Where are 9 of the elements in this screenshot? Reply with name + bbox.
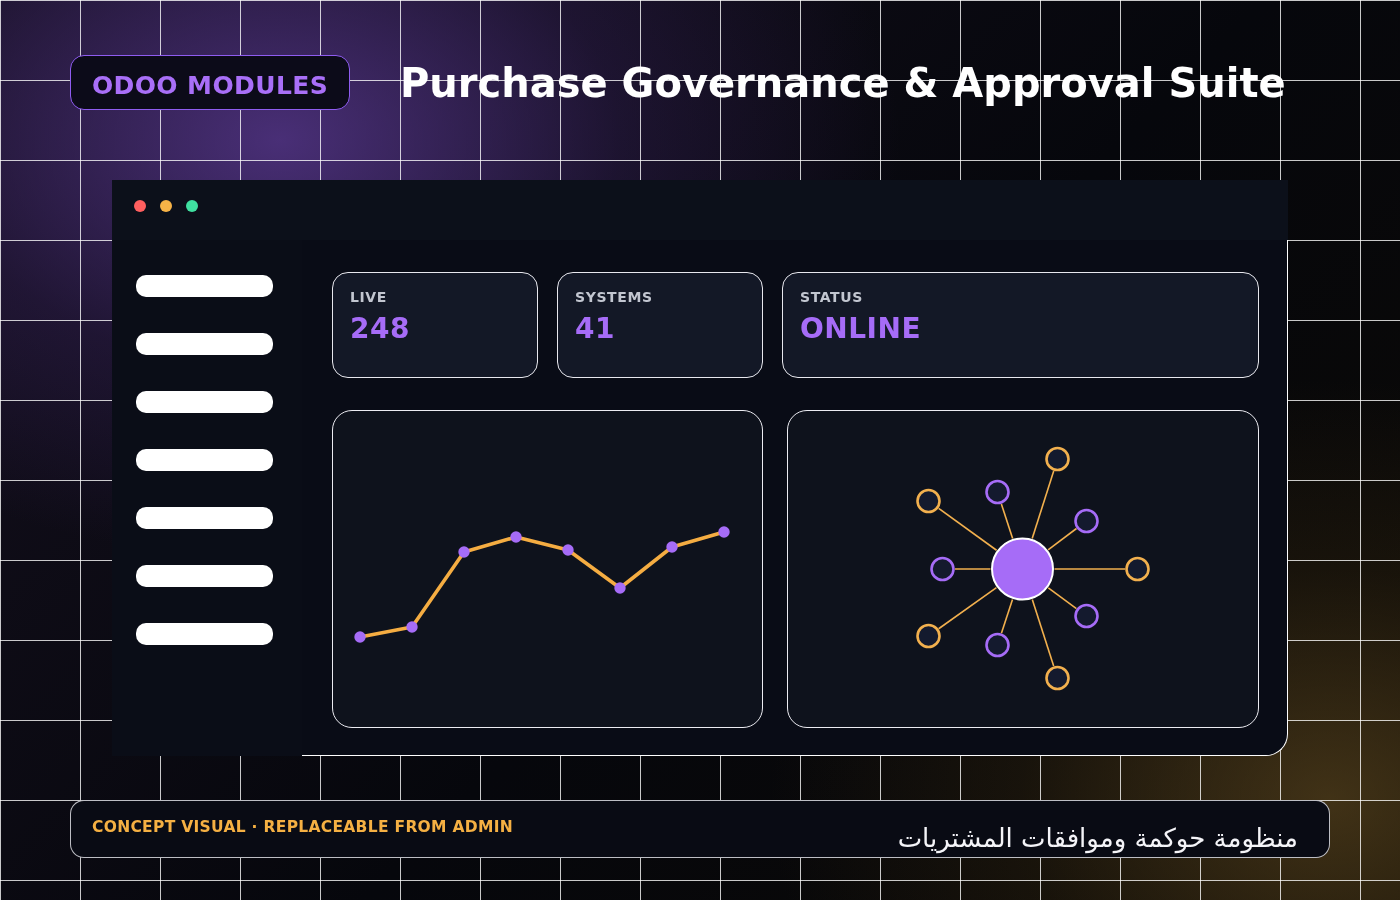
stat-label: SYSTEMS: [575, 288, 653, 306]
footer-note: CONCEPT VISUAL · REPLACEABLE FROM ADMIN: [92, 817, 514, 837]
stat-label: STATUS: [800, 288, 863, 306]
arabic-tagline: منظومة حوكمة وموافقات المشتريات: [897, 822, 1298, 856]
stat-label: LIVE: [350, 288, 387, 306]
stat-value: 248: [350, 312, 410, 346]
stat-value: 41: [575, 312, 615, 346]
stat-value: ONLINE: [800, 312, 922, 346]
header-badge: ODOO MODULES: [70, 55, 350, 110]
